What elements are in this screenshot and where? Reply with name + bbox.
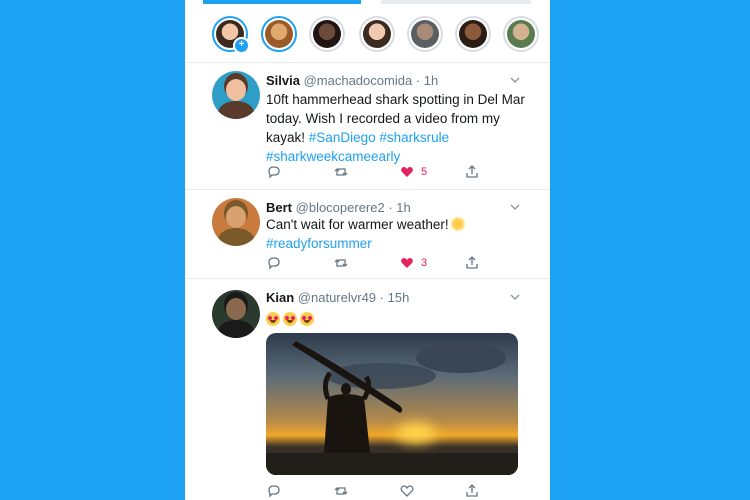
hashtag-link[interactable]: #sharksrule — [379, 130, 449, 145]
retweet-button[interactable] — [333, 482, 349, 500]
avatar-head — [226, 79, 246, 101]
share-icon — [466, 256, 478, 269]
tweet-actions: 3 — [266, 254, 491, 272]
avatar-photo — [363, 20, 391, 48]
heart-eyes-emoji-icon — [266, 312, 280, 326]
reply-icon — [268, 257, 280, 270]
tab-indicator-inactive[interactable] — [381, 0, 531, 4]
tweet-kian[interactable]: Kian @naturelvr49 · 15h — [185, 279, 550, 500]
avatar-photo — [265, 20, 293, 48]
avatar-body — [218, 320, 254, 338]
reply-icon — [268, 485, 280, 498]
retweet-icon — [334, 487, 348, 495]
share-button[interactable] — [464, 254, 480, 272]
like-icon — [401, 167, 413, 177]
story-avatar[interactable] — [455, 16, 491, 52]
hashtag-link[interactable]: #readyforsummer — [266, 236, 372, 251]
tweet-time: · 1h — [388, 200, 411, 215]
story-avatar[interactable] — [261, 16, 297, 52]
tweet-header: Kian @naturelvr49 · 15h — [266, 290, 409, 305]
retweet-button[interactable] — [333, 163, 349, 181]
avatar-body — [218, 228, 254, 246]
story-avatar[interactable] — [309, 16, 345, 52]
reply-button[interactable] — [266, 163, 282, 181]
author-name[interactable]: Silvia — [266, 73, 300, 88]
share-button[interactable] — [464, 163, 480, 181]
chevron-down-icon[interactable] — [510, 292, 520, 302]
reply-button[interactable] — [266, 482, 282, 500]
author-name[interactable]: Kian — [266, 290, 294, 305]
avatar-photo — [313, 20, 341, 48]
sun-emoji-icon — [452, 219, 463, 229]
story-avatar[interactable]: + — [212, 16, 250, 54]
like-button[interactable] — [399, 482, 415, 500]
author-handle[interactable]: @blocoperere2 — [296, 200, 385, 215]
story-avatar[interactable] — [503, 16, 539, 52]
author-handle[interactable]: @machadocomida — [304, 73, 413, 88]
avatar-head — [226, 206, 246, 228]
stories-bar: + — [185, 6, 550, 63]
chevron-down-icon[interactable] — [510, 75, 520, 85]
chevron-down-icon[interactable] — [510, 202, 520, 212]
author-handle[interactable]: @naturelvr49 — [298, 290, 376, 305]
avatar-photo — [411, 20, 439, 48]
story-avatar[interactable] — [359, 16, 395, 52]
tweet-text: 10ft hammerhead shark spotting in Del Ma… — [266, 90, 526, 166]
tweet-body: Can't wait for warmer weather! — [266, 217, 449, 232]
story-avatar[interactable] — [407, 16, 443, 52]
like-count: 5 — [421, 166, 428, 178]
retweet-icon — [334, 259, 348, 267]
like-count: 3 — [421, 257, 428, 269]
tweet-text: Can't wait for warmer weather! #readyfor… — [266, 215, 526, 253]
add-story-icon[interactable]: + — [233, 37, 250, 54]
tab-indicator-active[interactable] — [203, 0, 361, 4]
reply-button[interactable] — [266, 254, 282, 272]
tweet-actions: 5 — [266, 163, 491, 181]
avatar-body — [218, 101, 254, 119]
tweet-time: · 1h — [415, 73, 439, 88]
tweet-bert[interactable]: Bert @blocoperere2 · 1h Can't wait for w… — [185, 190, 550, 279]
like-button[interactable]: 3 — [399, 254, 427, 272]
tweet-time: · 15h — [379, 290, 410, 305]
share-button[interactable] — [464, 482, 480, 500]
surfer-silhouette — [266, 341, 518, 475]
avatar-photo — [459, 20, 487, 48]
like-icon — [400, 485, 414, 497]
tweet-header: Bert @blocoperere2 · 1h — [266, 200, 411, 215]
tweet-actions — [266, 482, 491, 500]
like-icon — [401, 258, 413, 268]
heart-eyes-emoji-icon — [283, 312, 297, 326]
retweet-icon — [334, 168, 348, 176]
author-name[interactable]: Bert — [266, 200, 292, 215]
share-icon — [466, 165, 478, 178]
avatar[interactable] — [212, 71, 260, 119]
tweet-silvia[interactable]: Silvia @machadocomida · 1h 10ft hammerhe… — [185, 63, 550, 190]
avatar[interactable] — [212, 198, 260, 246]
like-button[interactable]: 5 — [399, 163, 427, 181]
tweet-header: Silvia @machadocomida · 1h — [266, 73, 438, 88]
avatar[interactable] — [212, 290, 260, 338]
heart-eyes-emoji-icon — [300, 312, 314, 326]
retweet-button[interactable] — [333, 254, 349, 272]
hashtag-link[interactable]: #SanDiego — [309, 130, 376, 145]
avatar-photo — [507, 20, 535, 48]
share-icon — [466, 484, 478, 497]
twitter-app-screen: + Silvia @machadocomida · 1h 10ft hammer… — [185, 0, 550, 500]
tweet-photo[interactable] — [266, 333, 518, 475]
avatar-head — [226, 298, 246, 320]
hashtag-link[interactable]: #sharkweekcameearly — [266, 149, 400, 164]
reply-icon — [268, 166, 280, 179]
tweet-text — [266, 310, 526, 329]
